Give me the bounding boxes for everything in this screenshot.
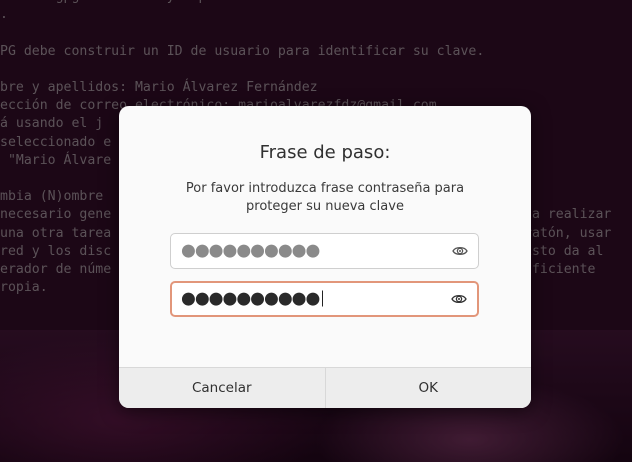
ok-button[interactable]: OK [324, 368, 532, 408]
eye-icon[interactable] [451, 293, 467, 305]
cancel-button[interactable]: Cancelar [119, 368, 325, 408]
dialog-button-bar: Cancelar OK [119, 367, 531, 408]
confirm-passphrase-wrap: ●●●●●●●●●● [181, 288, 324, 309]
passphrase-dialog: Frase de paso: Por favor introduzca fras… [119, 106, 531, 408]
confirm-passphrase-value: ●●●●●●●●●● [181, 288, 320, 309]
passphrase-value: ●●●●●●●●●● [181, 240, 320, 261]
confirm-passphrase-input[interactable]: ●●●●●●●●●● [170, 281, 479, 317]
dialog-description: Por favor introduzca frase contraseña pa… [185, 181, 465, 214]
passphrase-input[interactable]: ●●●●●●●●●● [170, 233, 479, 269]
text-caret [322, 290, 324, 307]
eye-icon[interactable] [452, 245, 468, 257]
dialog-title: Frase de paso: [259, 142, 391, 163]
